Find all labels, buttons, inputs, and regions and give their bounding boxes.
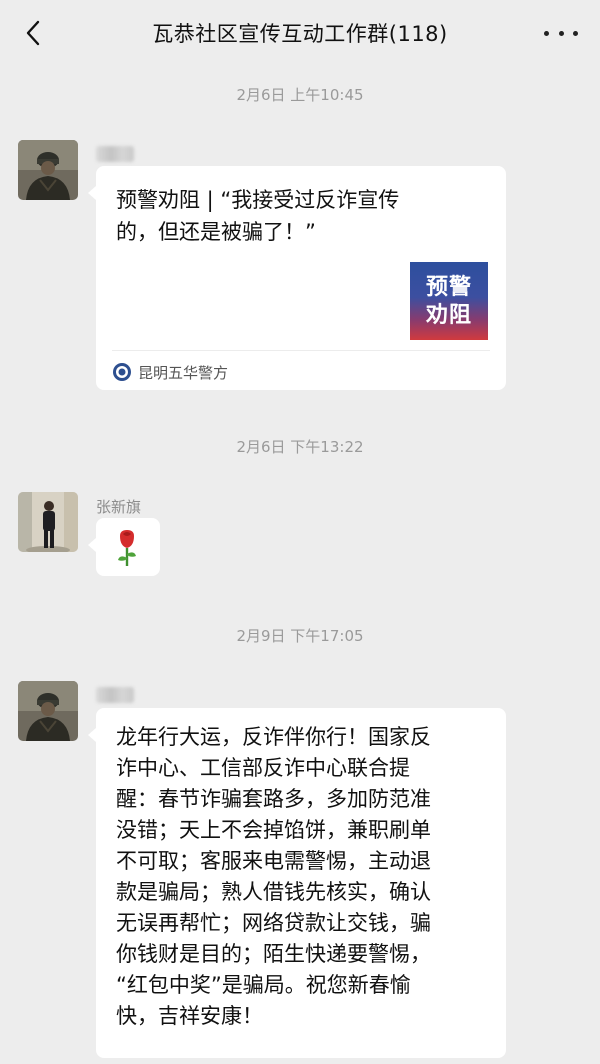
soldier-avatar-image	[18, 140, 78, 200]
avatar[interactable]	[18, 492, 78, 552]
card-source-name: 昆明五华警方	[138, 363, 229, 382]
avatar[interactable]	[18, 681, 78, 741]
article-card[interactable]: 预警劝阻 | “我接受过反诈宣传的，但还是被骗了！” 预警 劝阻 昆明五华警方	[88, 166, 506, 390]
more-dots-icon	[544, 30, 549, 36]
rose-icon	[118, 530, 136, 566]
emoji-message[interactable]	[88, 518, 160, 576]
chat-header: 瓦恭社区宣传互动工作群(118)	[0, 0, 600, 66]
card-source: 昆明五华警方	[112, 360, 228, 384]
back-button[interactable]	[18, 18, 48, 48]
card-title: 预警劝阻 | “我接受过反诈宣传的，但还是被骗了！”	[116, 188, 400, 244]
chat-title: 瓦恭社区宣传互动工作群(118)	[152, 22, 448, 46]
police-badge-icon	[113, 363, 131, 381]
message-timestamp: 2月9日 下午17:05	[236, 627, 364, 645]
sender-name	[96, 687, 134, 703]
card-divider	[112, 350, 490, 351]
person-avatar-image	[18, 492, 78, 552]
message-text: 龙年行大运，反诈伴你行！国家反 诈中心、工信部反诈中心联合提 醒：春节诈骗套路多…	[116, 725, 431, 1028]
thumb-line-1: 预警	[425, 274, 472, 300]
message-timestamp: 2月6日 下午13:22	[236, 438, 364, 456]
avatar[interactable]	[18, 140, 78, 200]
chevron-left-icon	[26, 20, 40, 46]
text-message[interactable]: 龙年行大运，反诈伴你行！国家反 诈中心、工信部反诈中心联合提 醒：春节诈骗套路多…	[88, 708, 506, 1058]
thumb-line-2: 劝阻	[425, 302, 472, 328]
sender-name	[96, 146, 134, 162]
message-timestamp: 2月6日 上午10:45	[236, 86, 364, 104]
more-options-button[interactable]	[544, 20, 578, 46]
soldier-avatar-image	[18, 681, 78, 741]
card-thumbnail: 预警 劝阻	[410, 262, 488, 340]
sender-name: 张新旗	[96, 498, 142, 516]
